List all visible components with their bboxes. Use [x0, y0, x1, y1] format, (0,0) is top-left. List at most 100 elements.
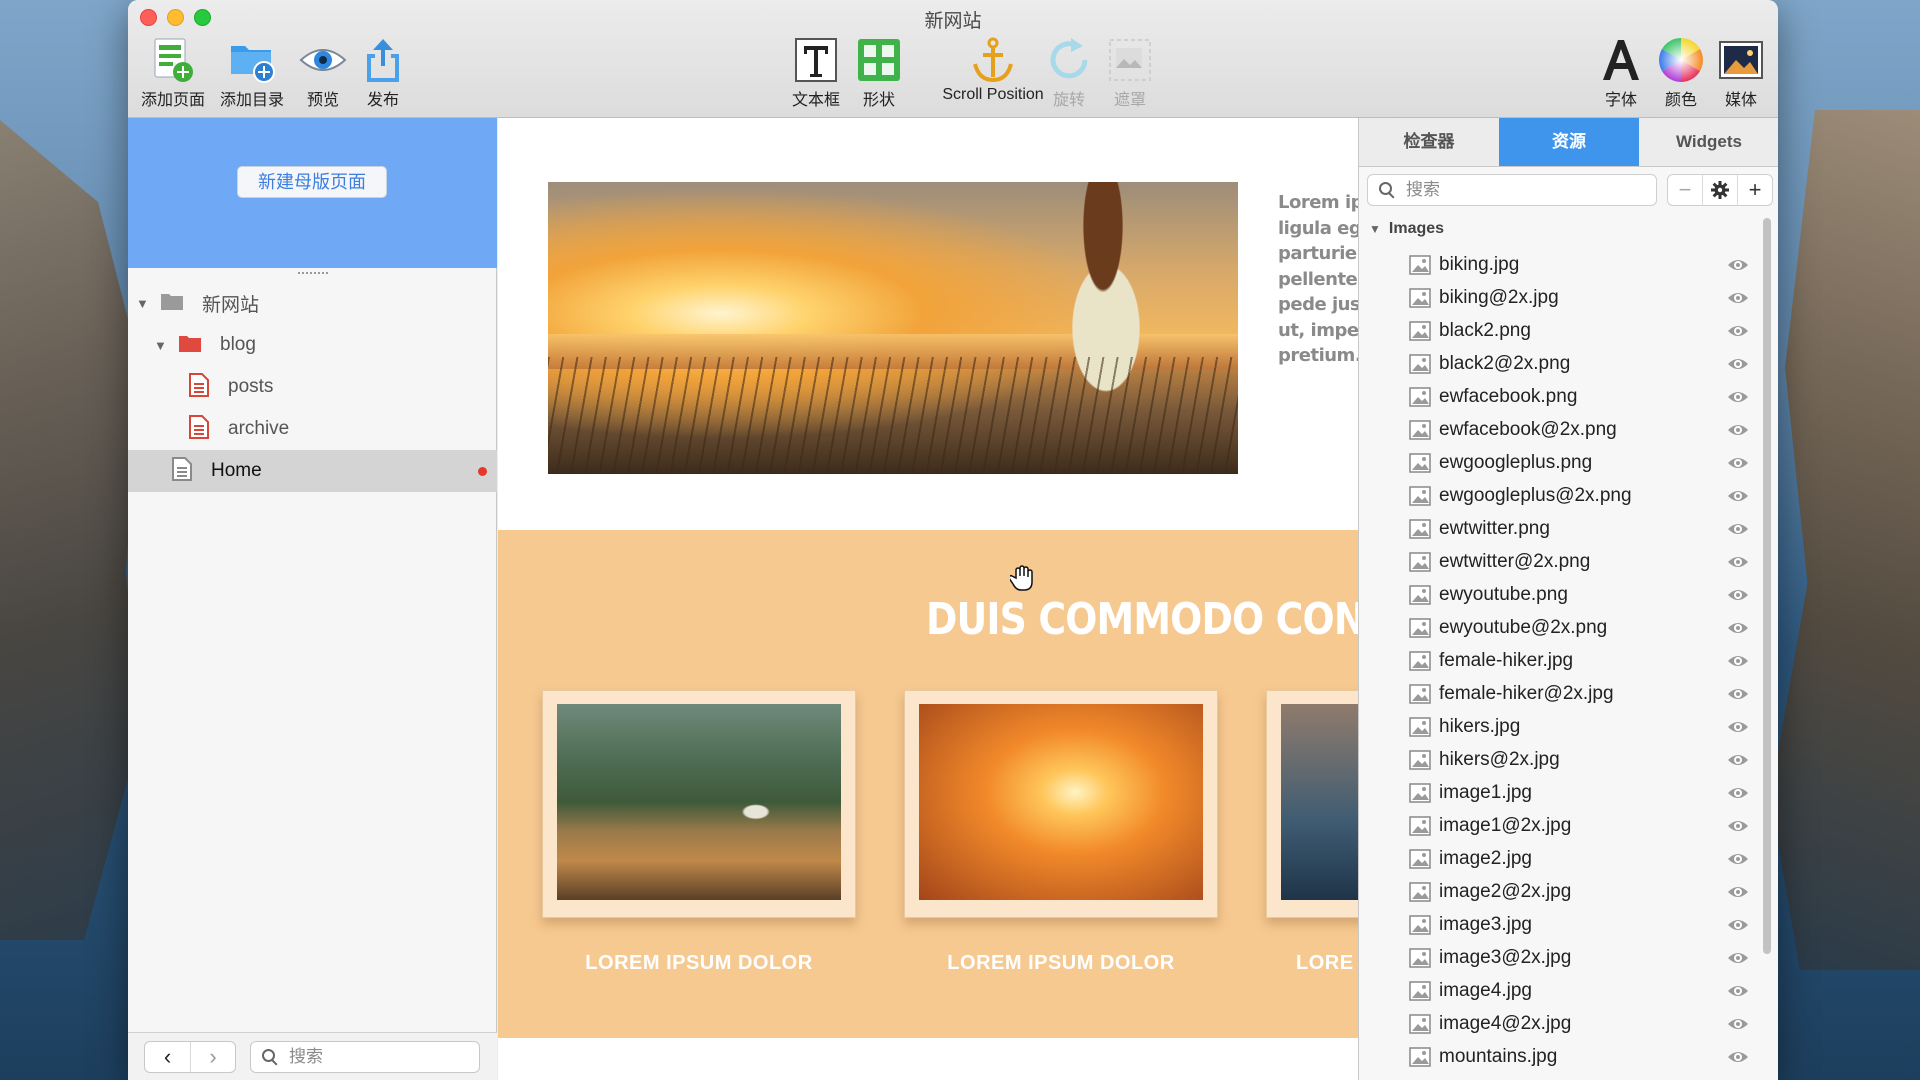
preview-eye-icon[interactable] — [1727, 356, 1749, 372]
remove-resource-button[interactable]: − — [1668, 175, 1702, 205]
asset-item[interactable]: ewyoutube@2x.png — [1359, 611, 1759, 644]
asset-item[interactable]: ewgoogleplus.png — [1359, 446, 1759, 479]
add-folder-button[interactable]: 添加目录 — [212, 36, 292, 110]
disclosure-triangle-icon[interactable]: ▼ — [136, 296, 152, 311]
image-file-icon — [1409, 255, 1431, 275]
disclosure-triangle-icon[interactable]: ▼ — [1369, 222, 1381, 236]
preview-eye-icon[interactable] — [1727, 290, 1749, 306]
preview-eye-icon[interactable] — [1727, 686, 1749, 702]
asset-item[interactable]: hikers@2x.jpg — [1359, 743, 1759, 776]
images-group-header[interactable]: ▼ Images — [1369, 220, 1444, 238]
preview-eye-icon[interactable] — [1727, 554, 1749, 570]
add-resource-button[interactable]: + — [1737, 175, 1772, 205]
asset-item[interactable]: black2@2x.png — [1359, 347, 1759, 380]
asset-item[interactable]: ewfacebook.png — [1359, 380, 1759, 413]
preview-eye-icon[interactable] — [1727, 719, 1749, 735]
tree-item-site[interactable]: ▼ 新网站 — [128, 282, 497, 324]
tree-item-blog[interactable]: ▼ blog — [128, 324, 497, 366]
asset-item[interactable]: image4@2x.jpg — [1359, 1007, 1759, 1040]
resource-search-input[interactable] — [1406, 180, 1566, 200]
asset-item[interactable]: image1.jpg — [1359, 776, 1759, 809]
preview-eye-icon[interactable] — [1727, 521, 1749, 537]
page-canvas[interactable]: Lorem ips ligula eg parturien pellentes … — [498, 118, 1358, 1080]
preview-eye-icon[interactable] — [1727, 488, 1749, 504]
asset-item[interactable]: image1@2x.jpg — [1359, 809, 1759, 842]
tab-widgets[interactable]: Widgets — [1639, 118, 1778, 166]
media-button[interactable]: 媒体 — [1701, 36, 1778, 110]
asset-item[interactable]: black2.png — [1359, 314, 1759, 347]
asset-item[interactable]: ewtwitter@2x.png — [1359, 545, 1759, 578]
asset-item[interactable]: biking@2x.jpg — [1359, 281, 1759, 314]
asset-item[interactable]: image4.jpg — [1359, 974, 1759, 1007]
hero-image-biking[interactable] — [548, 182, 1238, 474]
shapes-button[interactable]: 形状 — [839, 36, 919, 110]
preview-eye-icon[interactable] — [1727, 1049, 1749, 1065]
card-caption[interactable]: LORE — [1296, 952, 1358, 975]
disclosure-triangle-icon[interactable]: ▼ — [154, 338, 170, 353]
preview-eye-icon[interactable] — [1727, 752, 1749, 768]
asset-item[interactable]: image3.jpg — [1359, 908, 1759, 941]
preview-eye-icon[interactable] — [1727, 950, 1749, 966]
preview-eye-icon[interactable] — [1727, 323, 1749, 339]
preview-eye-icon[interactable] — [1727, 785, 1749, 801]
asset-item[interactable]: image3@2x.jpg — [1359, 941, 1759, 974]
asset-item[interactable]: image2.jpg — [1359, 842, 1759, 875]
asset-item[interactable]: biking.jpg — [1359, 248, 1759, 281]
page-icon — [188, 414, 210, 444]
preview-eye-icon[interactable] — [1727, 917, 1749, 933]
preview-eye-icon[interactable] — [1727, 587, 1749, 603]
preview-eye-icon[interactable] — [1727, 653, 1749, 669]
asset-list-scrollbar[interactable] — [1763, 218, 1771, 954]
asset-item[interactable]: ewtwitter.png — [1359, 512, 1759, 545]
preview-eye-icon[interactable] — [1727, 851, 1749, 867]
resize-handle[interactable] — [298, 272, 328, 276]
asset-name: image4@2x.jpg — [1439, 1012, 1572, 1034]
back-button[interactable]: ‹ — [145, 1042, 190, 1072]
publish-button[interactable]: 发布 — [343, 36, 423, 110]
card-caption[interactable]: LOREM IPSUM DOLOR — [542, 952, 856, 975]
preview-eye-icon[interactable] — [1727, 884, 1749, 900]
card-caption[interactable]: LOREM IPSUM DOLOR — [904, 952, 1218, 975]
preview-eye-icon[interactable] — [1727, 818, 1749, 834]
image-card[interactable] — [904, 690, 1218, 918]
sidebar-search-input[interactable] — [289, 1047, 449, 1067]
side-text-block[interactable]: Lorem ips ligula eg parturien pellentes … — [1278, 190, 1358, 369]
forward-button[interactable]: › — [189, 1042, 235, 1072]
preview-eye-icon[interactable] — [1727, 257, 1749, 273]
asset-item[interactable]: ewgoogleplus@2x.png — [1359, 479, 1759, 512]
asset-item[interactable]: hikers.jpg — [1359, 710, 1759, 743]
asset-item[interactable]: image2@2x.jpg — [1359, 875, 1759, 908]
text-box-icon — [792, 36, 840, 84]
new-master-page-button[interactable]: 新建母版页面 — [237, 166, 387, 198]
image-file-icon — [1409, 453, 1431, 473]
tree-item-home[interactable]: Home — [128, 450, 497, 492]
shapes-label: 形状 — [862, 92, 895, 109]
desktop-background-left — [0, 120, 140, 940]
asset-item[interactable]: female-hiker@2x.jpg — [1359, 677, 1759, 710]
plus-icon: + — [1748, 177, 1762, 202]
page-icon — [188, 372, 210, 402]
asset-item[interactable]: ewyoutube.png — [1359, 578, 1759, 611]
preview-eye-icon[interactable] — [1727, 389, 1749, 405]
image-card[interactable] — [1266, 690, 1358, 918]
preview-eye-icon[interactable] — [1727, 422, 1749, 438]
asset-item[interactable]: ewfacebook@2x.png — [1359, 413, 1759, 446]
tree-item-posts[interactable]: posts — [128, 366, 497, 408]
resource-settings-button[interactable] — [1702, 175, 1737, 205]
mask-button[interactable]: 遮罩 — [1090, 36, 1170, 110]
preview-eye-icon[interactable] — [1727, 983, 1749, 999]
section-heading[interactable]: DUIS COMMODO CONSEQ — [926, 594, 1358, 645]
tree-item-archive[interactable]: archive — [128, 408, 497, 450]
preview-eye-icon[interactable] — [1727, 620, 1749, 636]
preview-eye-icon[interactable] — [1727, 455, 1749, 471]
image-card[interactable] — [542, 690, 856, 918]
image-file-icon — [1409, 651, 1431, 671]
tab-resources[interactable]: 资源 — [1499, 118, 1639, 166]
asset-item[interactable]: mountains.jpg — [1359, 1040, 1759, 1073]
preview-eye-icon[interactable] — [1727, 1016, 1749, 1032]
add-page-button[interactable]: 添加页面 — [133, 36, 213, 110]
image-file-icon — [1409, 783, 1431, 803]
asset-item[interactable]: female-hiker.jpg — [1359, 644, 1759, 677]
feature-section[interactable]: DUIS COMMODO CONSEQ LOREM IPSUM DOLOR LO… — [498, 530, 1358, 1038]
tab-inspector[interactable]: 检查器 — [1359, 118, 1499, 166]
